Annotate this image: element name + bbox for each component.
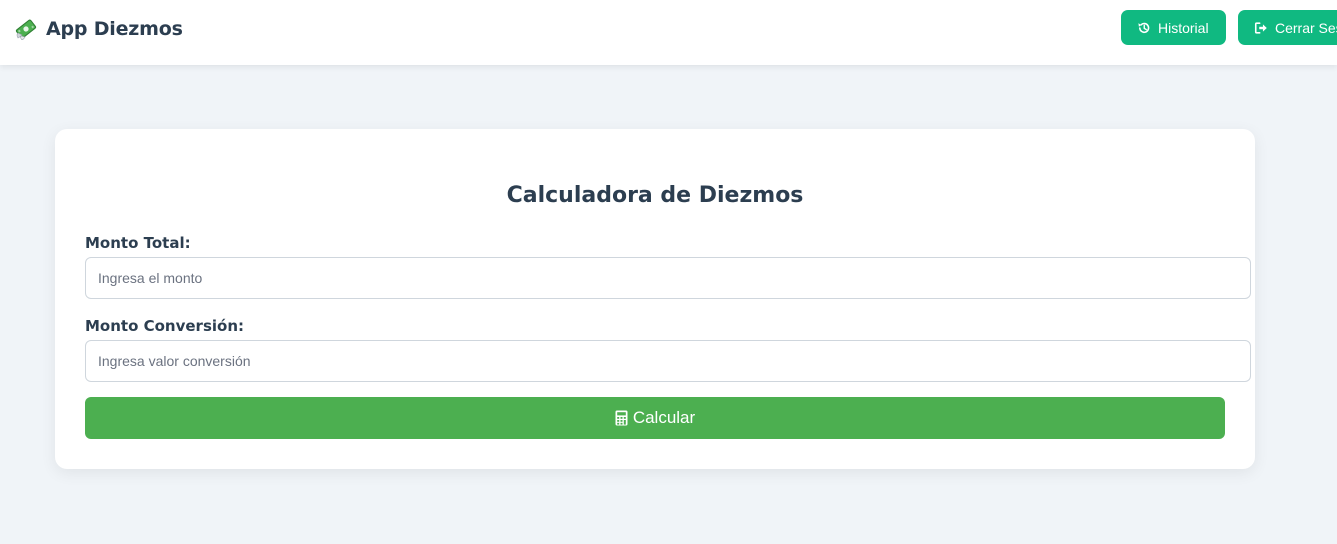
history-button[interactable]: Historial (1121, 10, 1226, 45)
top-navbar: App Diezmos Historial Cerrar Sesión (0, 0, 1337, 65)
money-with-wings-icon (15, 19, 37, 40)
brand: App Diezmos (15, 16, 183, 42)
calculator-icon (615, 410, 628, 426)
calculator-title: Calculadora de Diezmos (506, 183, 804, 208)
calculator-card: Calculadora de Diezmos Monto Total: Mont… (55, 129, 1255, 469)
calculate-button[interactable]: Calcular (85, 397, 1225, 439)
logout-button-label: Cerrar Sesión (1275, 19, 1337, 36)
app-title: App Diezmos (46, 18, 183, 40)
conversion-amount-input[interactable] (85, 340, 1251, 382)
history-icon (1138, 22, 1150, 33)
history-button-label: Historial (1158, 19, 1209, 36)
total-amount-label: Monto Total: (85, 234, 191, 252)
calculate-button-label: Calcular (632, 408, 696, 427)
total-amount-input[interactable] (85, 257, 1251, 299)
conversion-amount-label: Monto Conversión: (85, 317, 245, 335)
sign-out-icon (1254, 21, 1267, 34)
logout-button[interactable]: Cerrar Sesión (1238, 10, 1337, 45)
